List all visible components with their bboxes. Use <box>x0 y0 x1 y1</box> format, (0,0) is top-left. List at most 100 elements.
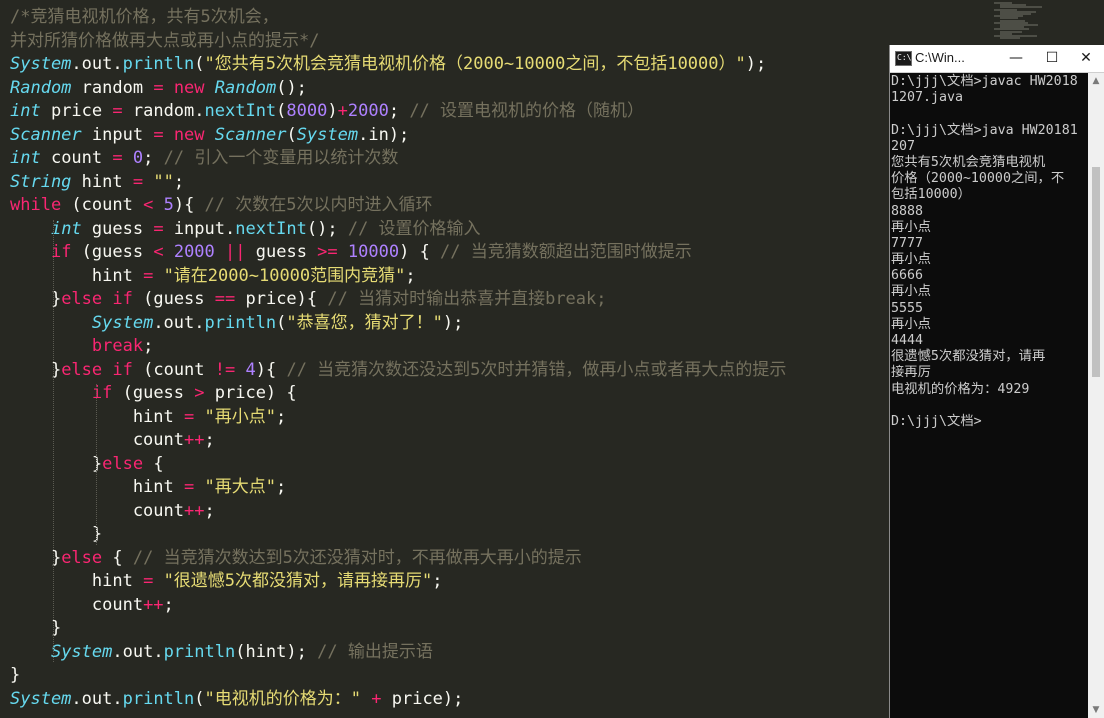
code-line[interactable]: System.out.println("您共有5次机会竞猜电视机价格（2000~… <box>10 53 786 77</box>
console-line: 包括10000） <box>891 187 971 203</box>
code-line[interactable]: }else if (count != 4){ // 当竞猜次数还没达到5次时并猜… <box>10 359 786 383</box>
code-token: // 输出提示语 <box>317 641 433 662</box>
code-line[interactable]: count++; <box>10 429 786 453</box>
code-line[interactable]: int count = 0; // 引入一个变量用以统计次数 <box>10 147 786 171</box>
console-output[interactable]: D:\jjj\文档>javac HW2018 1207.java D:\jjj\文档… <box>891 74 1086 430</box>
code-token: 2000 <box>173 242 215 262</box>
code-token: // 设置电视机的价格（随机） <box>409 101 645 121</box>
code-line[interactable]: } <box>10 617 786 641</box>
code-token: nextInt <box>204 101 277 121</box>
maximize-button[interactable]: ☐ <box>1034 45 1070 72</box>
minimize-button[interactable]: — <box>998 45 1034 72</box>
code-line[interactable]: hint = "请在2000~10000范围内竞猜"; <box>10 265 786 289</box>
code-token: .out. <box>112 641 164 662</box>
code-line[interactable]: System.out.println("电视机的价格为：" + price); <box>10 688 786 712</box>
code-token: int <box>10 101 41 121</box>
code-token: ( <box>276 101 287 121</box>
code-line[interactable]: Random random = new Random(); <box>10 77 786 101</box>
code-token: new <box>173 124 205 145</box>
code-token: 5 <box>163 195 174 215</box>
code-token: ; <box>143 336 154 356</box>
code-token: ( <box>286 124 297 145</box>
code-line[interactable]: hint = "再小点"; <box>10 406 786 430</box>
code-line[interactable]: String hint = ""; <box>10 171 786 195</box>
code-token: guess <box>245 242 318 262</box>
code-token: "" <box>153 171 174 192</box>
console-titlebar[interactable]: C:\ C:\Win... — ☐ ✕ <box>890 45 1104 73</box>
code-token: (); <box>276 77 307 98</box>
code-line[interactable]: while (count < 5){ // 次数在5次以内时进入循环 <box>10 194 786 218</box>
scroll-up-icon[interactable]: ▲ <box>1088 73 1104 89</box>
code-token: // 设置价格输入 <box>347 218 481 239</box>
code-token: input. <box>163 218 236 239</box>
console-line: 价格（2000~10000之间，不 <box>891 171 1065 187</box>
code-token: price) { <box>204 383 297 403</box>
code-token: = <box>153 218 164 239</box>
code-token: ){ <box>173 195 205 215</box>
console-line: 6666 <box>891 268 924 284</box>
code-line[interactable]: Scanner input = new Scanner(System.in); <box>10 124 786 148</box>
code-token: == <box>214 289 236 309</box>
code-line[interactable]: } <box>10 664 786 688</box>
scroll-down-icon[interactable]: ▼ <box>1088 702 1104 718</box>
code-line[interactable]: }else { // 当竞猜次数达到5次还没猜对时，不再做再大再小的提示 <box>10 547 786 571</box>
code-token: ); <box>745 54 767 74</box>
code-token: println <box>163 641 236 662</box>
console-window[interactable]: C:\ C:\Win... — ☐ ✕ D:\jjj\文档>javac HW20… <box>889 45 1104 718</box>
close-button[interactable]: ✕ <box>1068 45 1104 72</box>
code-line[interactable]: int guess = input.nextInt(); // 设置价格输入 <box>10 218 786 242</box>
code-line[interactable]: break; <box>10 335 786 359</box>
code-token: price); <box>381 688 464 709</box>
console-line: 1207.java <box>891 90 964 106</box>
code-line[interactable]: }else if (guess == price){ // 当猜对时输出恭喜并直… <box>10 288 786 312</box>
code-token: ){ <box>255 359 287 380</box>
code-token: int <box>50 218 82 239</box>
code-line[interactable]: 并对所猜价格做再大点或再小点的提示*/ <box>10 30 786 54</box>
code-token: + <box>371 688 382 709</box>
code-token: Random <box>10 77 72 98</box>
code-token: 并对所猜价格做再大点或再小点的提示*/ <box>10 30 320 51</box>
code-token: guess <box>81 218 154 239</box>
code-token: // 当竞猜次数达到5次还没猜对时，不再做再大再小的提示 <box>132 547 582 568</box>
code-token: "电视机的价格为：" <box>204 688 361 709</box>
code-token: System <box>296 124 359 145</box>
code-token: ) { <box>399 242 441 262</box>
code-line[interactable]: hint = "很遗憾5次都没猜对，请再接再厉"; <box>10 570 786 594</box>
console-line: D:\jjj\文档>java HW20181 <box>891 122 1078 138</box>
code-line[interactable]: int price = random.nextInt(8000)+2000; /… <box>10 100 786 124</box>
code-line[interactable]: }else { <box>10 453 786 477</box>
code-token: ; <box>173 171 185 192</box>
code-line[interactable]: System.out.println(hint); // 输出提示语 <box>10 641 786 665</box>
code-token: while <box>10 195 62 215</box>
code-token: ( <box>194 688 205 709</box>
console-line: 再小点 <box>891 252 931 268</box>
scroll-thumb[interactable] <box>1092 167 1100 377</box>
code-line[interactable]: /*竞猜电视机价格，共有5次机会， <box>10 6 786 30</box>
code-line[interactable]: count++; <box>10 594 786 618</box>
minimap[interactable] <box>990 0 1090 40</box>
code-token: (count <box>132 359 215 380</box>
code-line[interactable]: hint = "再大点"; <box>10 476 786 500</box>
console-scrollbar[interactable]: ▲ ▼ <box>1088 73 1104 718</box>
code-token: String <box>10 171 72 192</box>
code-token: hint <box>10 265 144 286</box>
code-line[interactable]: count++; <box>10 500 786 524</box>
code-line[interactable]: } <box>10 523 786 547</box>
code-token: // 当竞猜数额超出范围时做提示 <box>440 242 692 262</box>
code-line[interactable]: if (guess > price) { <box>10 382 786 406</box>
code-line[interactable]: System.out.println("恭喜您，猜对了！"); <box>10 312 786 336</box>
code-token: ) <box>327 101 338 121</box>
code-token: ; <box>388 101 410 121</box>
code-token: = <box>184 406 195 427</box>
code-line[interactable]: if (guess < 2000 || guess >= 10000) { //… <box>10 241 786 265</box>
code-area[interactable]: /*竞猜电视机价格，共有5次机会， 并对所猜价格做再大点或再小点的提示*/Syst… <box>10 6 786 711</box>
